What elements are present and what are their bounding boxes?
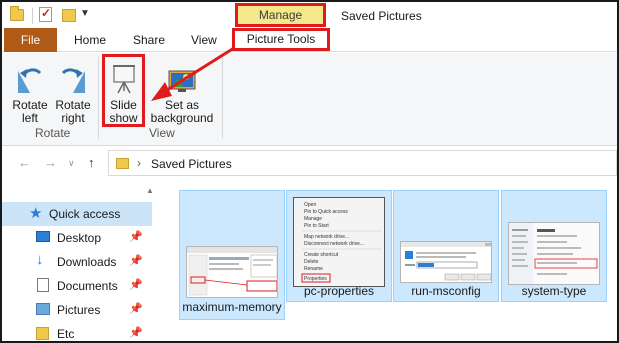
file-tile-run-msconfig[interactable]: run-msconfig <box>393 190 499 302</box>
properties-icon[interactable] <box>39 6 52 22</box>
tab-share[interactable]: Share <box>133 33 165 47</box>
context-menu-item: Open <box>304 202 316 208</box>
title-bar: ▼ Manage Saved Pictures <box>2 2 617 30</box>
ribbon: Rotate left Rotate right Rotate Slide sh <box>2 53 617 146</box>
rotate-right-icon <box>61 68 85 93</box>
explorer-window: ▼ Manage Saved Pictures File Home Share … <box>0 0 619 343</box>
pin-icon[interactable]: 📌 <box>129 326 143 339</box>
slide-show-highlight <box>102 54 145 127</box>
thumbnail-image <box>400 241 492 283</box>
rotate-left-label-line1: Rotate <box>12 98 48 112</box>
nav-item-label: Documents <box>57 279 118 293</box>
address-bar-row: ← → ∨ ↑ › Saved Pictures <box>2 146 617 182</box>
thumbnail-image: Open Pin to Quick access Manage Pin to S… <box>293 197 385 287</box>
folder-icon <box>36 327 49 340</box>
nav-item-label: Quick access <box>49 207 121 221</box>
pin-icon[interactable]: 📌 <box>129 230 143 243</box>
set-background-icon <box>168 70 196 92</box>
rotate-left-label-line2: left <box>21 111 38 125</box>
star-icon: ★ <box>29 205 43 222</box>
file-name: maximum-memory <box>182 300 282 314</box>
view-group-label: View <box>149 126 175 140</box>
rotate-right-button[interactable]: Rotate right <box>53 63 93 125</box>
tab-view[interactable]: View <box>191 33 217 47</box>
scroll-up-icon[interactable]: ▲ <box>146 186 154 195</box>
download-icon: ↓ <box>36 251 44 268</box>
ribbon-tabs: File Home Share View Picture Tools <box>2 28 617 52</box>
context-menu-item: Create shortcut <box>304 252 339 258</box>
nav-item-label: Desktop <box>57 231 102 245</box>
file-tile-pc-properties[interactable]: Open Pin to Quick access Manage Pin to S… <box>286 190 392 302</box>
rotate-right-label-line2: right <box>61 111 85 125</box>
breadcrumb-chevron-icon[interactable]: › <box>137 156 141 170</box>
context-menu-item: Manage <box>304 216 322 222</box>
context-menu-item: Delete <box>304 259 319 265</box>
file-tile-system-type[interactable]: system-type <box>501 190 607 302</box>
context-menu-item: Pin to Quick access <box>304 209 348 215</box>
desktop-icon <box>36 231 50 242</box>
navigation-pane: ▲ ★ Quick access Desktop 📌 ↓ Downloads 📌… <box>2 182 162 341</box>
set-as-background-button[interactable]: Set as background <box>148 63 216 125</box>
divider <box>98 57 99 139</box>
set-as-background-label-line2: background <box>150 111 214 125</box>
thumbnail-image <box>186 246 278 298</box>
nav-item-label: Pictures <box>57 303 101 317</box>
nav-item-etc[interactable]: Etc 📌 <box>2 322 152 341</box>
context-menu-item: Properties <box>304 276 327 282</box>
pin-icon[interactable]: 📌 <box>129 302 143 315</box>
context-menu-item: Pin to Start <box>304 223 329 229</box>
document-icon <box>37 278 49 292</box>
rotate-group-label: Rotate <box>35 126 71 140</box>
quick-access-dropdown-icon[interactable]: ▼ <box>80 8 90 19</box>
recent-locations-chevron-icon[interactable]: ∨ <box>68 158 75 169</box>
pin-icon[interactable]: 📌 <box>129 254 143 267</box>
folder-icon <box>116 158 129 169</box>
rotate-left-button[interactable]: Rotate left <box>10 63 50 125</box>
tab-manage[interactable]: Manage <box>235 3 326 27</box>
pictures-icon <box>36 303 50 315</box>
nav-item-quick-access[interactable]: ★ Quick access <box>2 202 152 226</box>
address-field[interactable]: › Saved Pictures <box>108 150 617 176</box>
pin-icon[interactable]: 📌 <box>129 278 143 291</box>
tab-home[interactable]: Home <box>74 33 106 47</box>
context-menu-item: Rename <box>304 266 323 272</box>
up-arrow-icon[interactable]: ↑ <box>88 155 95 170</box>
file-tile-maximum-memory[interactable]: maximum-memory <box>179 190 285 320</box>
divider <box>32 8 33 24</box>
file-list: maximum-memory Open Pin to Quick access … <box>162 182 617 341</box>
context-menu-item: Disconnect network drive... <box>304 241 364 247</box>
thumbnail-image <box>508 222 600 285</box>
file-name: pc-properties <box>303 284 375 298</box>
nav-item-pictures[interactable]: Pictures 📌 <box>2 298 152 322</box>
rotate-right-label-line1: Rotate <box>55 98 91 112</box>
window-title: Saved Pictures <box>341 9 422 23</box>
new-folder-icon[interactable] <box>62 9 76 22</box>
context-menu-item: Map network drive... <box>304 234 349 240</box>
nav-item-documents[interactable]: Documents 📌 <box>2 274 152 298</box>
nav-item-downloads[interactable]: ↓ Downloads 📌 <box>2 250 152 274</box>
file-name: run-msconfig <box>411 284 481 298</box>
breadcrumb-saved-pictures[interactable]: Saved Pictures <box>151 157 232 171</box>
forward-arrow-icon[interactable]: → <box>44 155 57 170</box>
back-arrow-icon[interactable]: ← <box>18 155 31 170</box>
nav-item-desktop[interactable]: Desktop 📌 <box>2 226 152 250</box>
tab-file[interactable]: File <box>4 28 57 52</box>
rotate-left-icon <box>18 68 42 93</box>
divider <box>222 57 223 139</box>
set-as-background-label-line1: Set as <box>164 98 200 112</box>
nav-item-label: Downloads <box>57 255 117 269</box>
nav-item-label: Etc <box>57 327 75 341</box>
folder-icon[interactable] <box>10 6 24 21</box>
tab-picture-tools[interactable]: Picture Tools <box>232 28 330 51</box>
file-name: system-type <box>521 284 587 298</box>
